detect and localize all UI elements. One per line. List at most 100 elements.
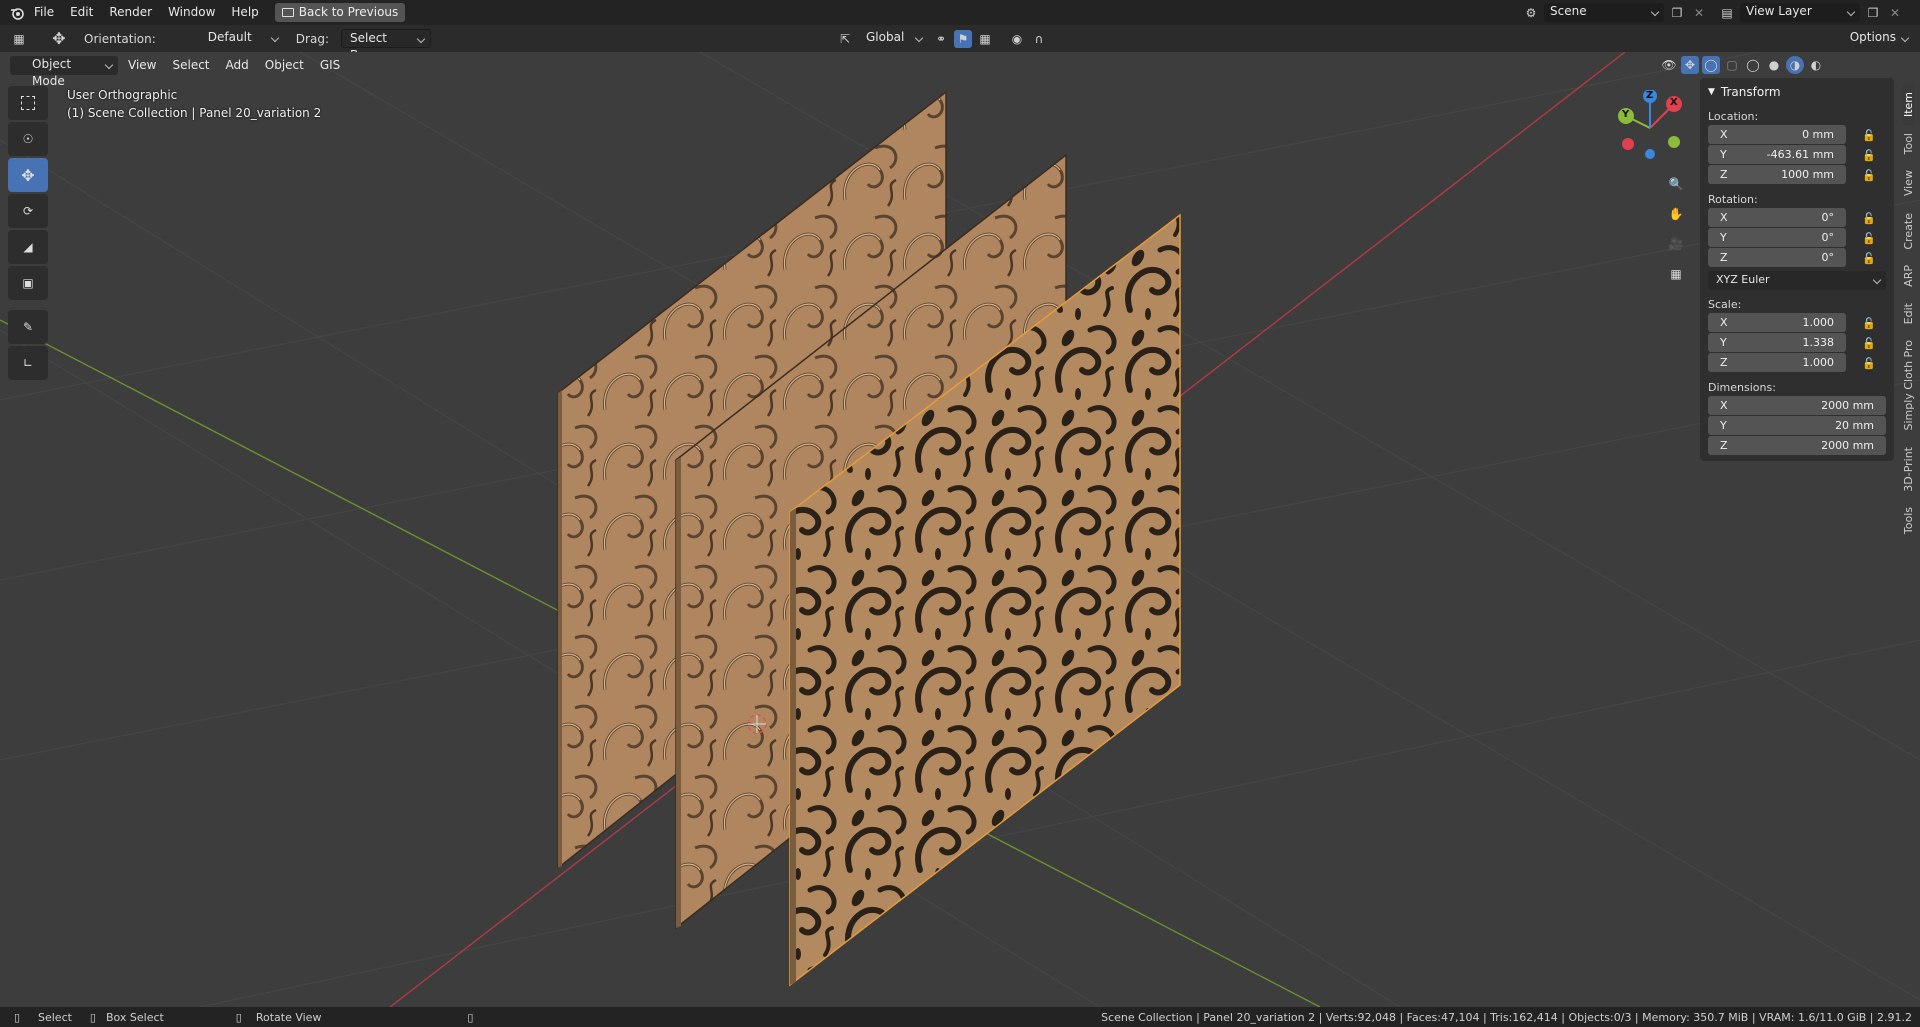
location-x-field[interactable]: X0 mm	[1708, 125, 1846, 144]
delete-view-layer-icon[interactable]: ✕	[1886, 4, 1904, 22]
screen-icon	[281, 8, 294, 17]
scale-z-field[interactable]: Z 1.000	[1708, 353, 1846, 372]
tab-arp[interactable]: ARP	[1902, 257, 1915, 295]
lock-icon[interactable]: 🔓	[1862, 169, 1876, 182]
lock-icon[interactable]: 🔓	[1862, 252, 1876, 265]
delete-scene-icon[interactable]: ✕	[1690, 4, 1708, 22]
menu-file[interactable]: File	[26, 0, 62, 25]
menu-render[interactable]: Render	[101, 0, 160, 25]
orientation-dropdown[interactable]: Default	[186, 29, 284, 48]
navigation-gizmo[interactable]: X Y Z	[1612, 89, 1688, 166]
rotation-x-field[interactable]: X 0°	[1708, 208, 1846, 227]
scale-y-field[interactable]: Y 1.338	[1708, 333, 1846, 352]
back-to-previous-button[interactable]: Back to Previous	[274, 3, 406, 22]
scale-x-field[interactable]: X 1.000	[1708, 313, 1846, 332]
viewport-menu-gis[interactable]: GIS	[314, 55, 346, 75]
navigation-buttons: 🔍 ✋ 🎥 ▦	[1662, 170, 1690, 288]
status-bar: ▯ Select ▯ Box Select ▯ Rotate View ▯ Sc…	[0, 1007, 1920, 1027]
rotation-mode-dropdown[interactable]: XYZ Euler	[1708, 270, 1886, 290]
viewport-menu-object[interactable]: Object	[259, 55, 310, 75]
scale-tool[interactable]: ◢	[8, 230, 48, 264]
3d-viewport[interactable]: Object Mode View Select Add Object GIS 👁…	[0, 52, 1920, 1007]
tab-create[interactable]: Create	[1902, 205, 1915, 258]
new-scene-icon[interactable]: ❐	[1668, 4, 1686, 22]
mouse-right-icon: ▯	[235, 1010, 242, 1024]
tab-view[interactable]: View	[1902, 162, 1915, 204]
transform-panel-header[interactable]: ▼ Transform	[1708, 82, 1886, 102]
rendered-shading-icon[interactable]: ◐	[1807, 56, 1825, 74]
zoom-icon[interactable]: 🔍	[1662, 170, 1690, 198]
gizmo-x-label: X	[1670, 97, 1678, 108]
solid-shading-icon[interactable]: ●	[1765, 56, 1783, 74]
transform-orientation-icon[interactable]: ⇱	[836, 30, 854, 48]
rotation-z-field[interactable]: Z 0°	[1708, 248, 1846, 267]
rotate-tool[interactable]: ⟳	[8, 194, 48, 228]
viewport-menu-add[interactable]: Add	[220, 55, 255, 75]
tab-tool[interactable]: Tool	[1902, 125, 1915, 162]
tab-simply-cloth-pro[interactable]: Simply Cloth Pro	[1902, 332, 1915, 439]
rotation-y-field[interactable]: Y 0°	[1708, 228, 1846, 247]
falloff-curve-icon[interactable]: ∩	[1030, 30, 1048, 48]
status-stats: Scene Collection | Panel 20_variation 2 …	[1101, 1010, 1912, 1024]
editor-type-icon[interactable]: ▦	[10, 30, 28, 48]
status-box-select: Box Select	[105, 1010, 164, 1024]
view-layer-icon[interactable]: ▤	[1718, 4, 1736, 22]
blender-logo-icon[interactable]	[8, 4, 26, 22]
overlay-toggle-icon[interactable]: ◯	[1702, 56, 1720, 74]
menu-help[interactable]: Help	[223, 0, 266, 25]
dimension-z-field[interactable]: Z 2000 mm	[1708, 436, 1886, 455]
location-y-field[interactable]: Y -463.61 mm	[1708, 145, 1846, 164]
tab-3d-print[interactable]: 3D-Print	[1902, 439, 1915, 500]
lock-icon[interactable]: 🔓	[1862, 232, 1876, 245]
drag-label: Drag:	[295, 31, 329, 46]
annotate-tool[interactable]: ✎	[8, 310, 48, 344]
sidebar-tabs: Item Tool View Create ARP Edit Simply Cl…	[1898, 84, 1918, 543]
scale-label: Scale:	[1708, 298, 1742, 311]
lock-icon[interactable]: 🔓	[1862, 129, 1876, 142]
tab-edit[interactable]: Edit	[1902, 295, 1915, 332]
dimension-x-field[interactable]: X 2000 mm	[1708, 396, 1886, 415]
collapse-arrow-icon: ▼	[1708, 87, 1715, 97]
tab-tools[interactable]: Tools	[1902, 499, 1915, 542]
tool-header: ▦ ✥ Orientation: Default Drag: Select Bo…	[0, 25, 1920, 62]
move-tool-icon[interactable]: ✥	[50, 29, 68, 48]
select-box-tool[interactable]	[8, 86, 48, 120]
wireframe-shading-icon[interactable]: ◯	[1744, 56, 1762, 74]
object-mode-dropdown[interactable]: Object Mode	[10, 55, 118, 88]
new-view-layer-icon[interactable]: ❐	[1864, 4, 1882, 22]
gizmo-toggle-icon[interactable]: ✥	[1681, 56, 1699, 74]
visibility-icon[interactable]: 👁	[1660, 56, 1678, 74]
scene-selector[interactable]: Scene	[1544, 3, 1664, 22]
menu-edit[interactable]: Edit	[62, 0, 101, 25]
measure-tool[interactable]: ∟	[8, 346, 48, 380]
snap-toggle-icon[interactable]: ⚑	[954, 29, 972, 48]
location-z-field[interactable]: Z 1000 mm	[1708, 165, 1846, 184]
tab-item[interactable]: Item	[1901, 84, 1915, 126]
material-shading-icon[interactable]: ◑	[1786, 56, 1804, 74]
view-layer-selector[interactable]: View Layer	[1740, 3, 1860, 22]
cursor-tool[interactable]: ☉	[8, 122, 48, 156]
pan-hand-icon[interactable]: ✋	[1662, 200, 1690, 228]
dimension-y-field[interactable]: Y 20 mm	[1708, 416, 1886, 435]
xray-icon[interactable]: ▢	[1723, 56, 1741, 74]
lock-icon[interactable]: 🔓	[1862, 212, 1876, 225]
lock-icon[interactable]: 🔓	[1862, 149, 1876, 162]
lock-icon[interactable]: 🔓	[1862, 337, 1876, 350]
lock-icon[interactable]: 🔓	[1862, 317, 1876, 330]
pivot-point-icon[interactable]: ⚭	[932, 30, 950, 48]
transform-orientation-dropdown[interactable]: Global	[858, 29, 928, 48]
camera-view-icon[interactable]: 🎥	[1662, 230, 1690, 258]
viewport-menu-select[interactable]: Select	[166, 55, 215, 75]
move-tool[interactable]: ✥	[8, 158, 48, 192]
snap-grid-icon[interactable]: ▦	[976, 30, 994, 48]
viewport-menu-view[interactable]: View	[122, 55, 162, 75]
transform-tool[interactable]: ▣	[8, 266, 48, 300]
ortho-grid-icon[interactable]: ▦	[1662, 260, 1690, 288]
scene-icon[interactable]: ⚙	[1522, 4, 1540, 22]
drag-dropdown[interactable]: Select Box	[340, 29, 431, 62]
menu-window[interactable]: Window	[160, 0, 223, 25]
lock-icon[interactable]: 🔓	[1862, 357, 1876, 370]
options-dropdown[interactable]: Options	[1842, 29, 1914, 48]
gizmo-y-label: Y	[1622, 109, 1630, 120]
proportional-edit-icon[interactable]: ◉	[1008, 30, 1026, 48]
